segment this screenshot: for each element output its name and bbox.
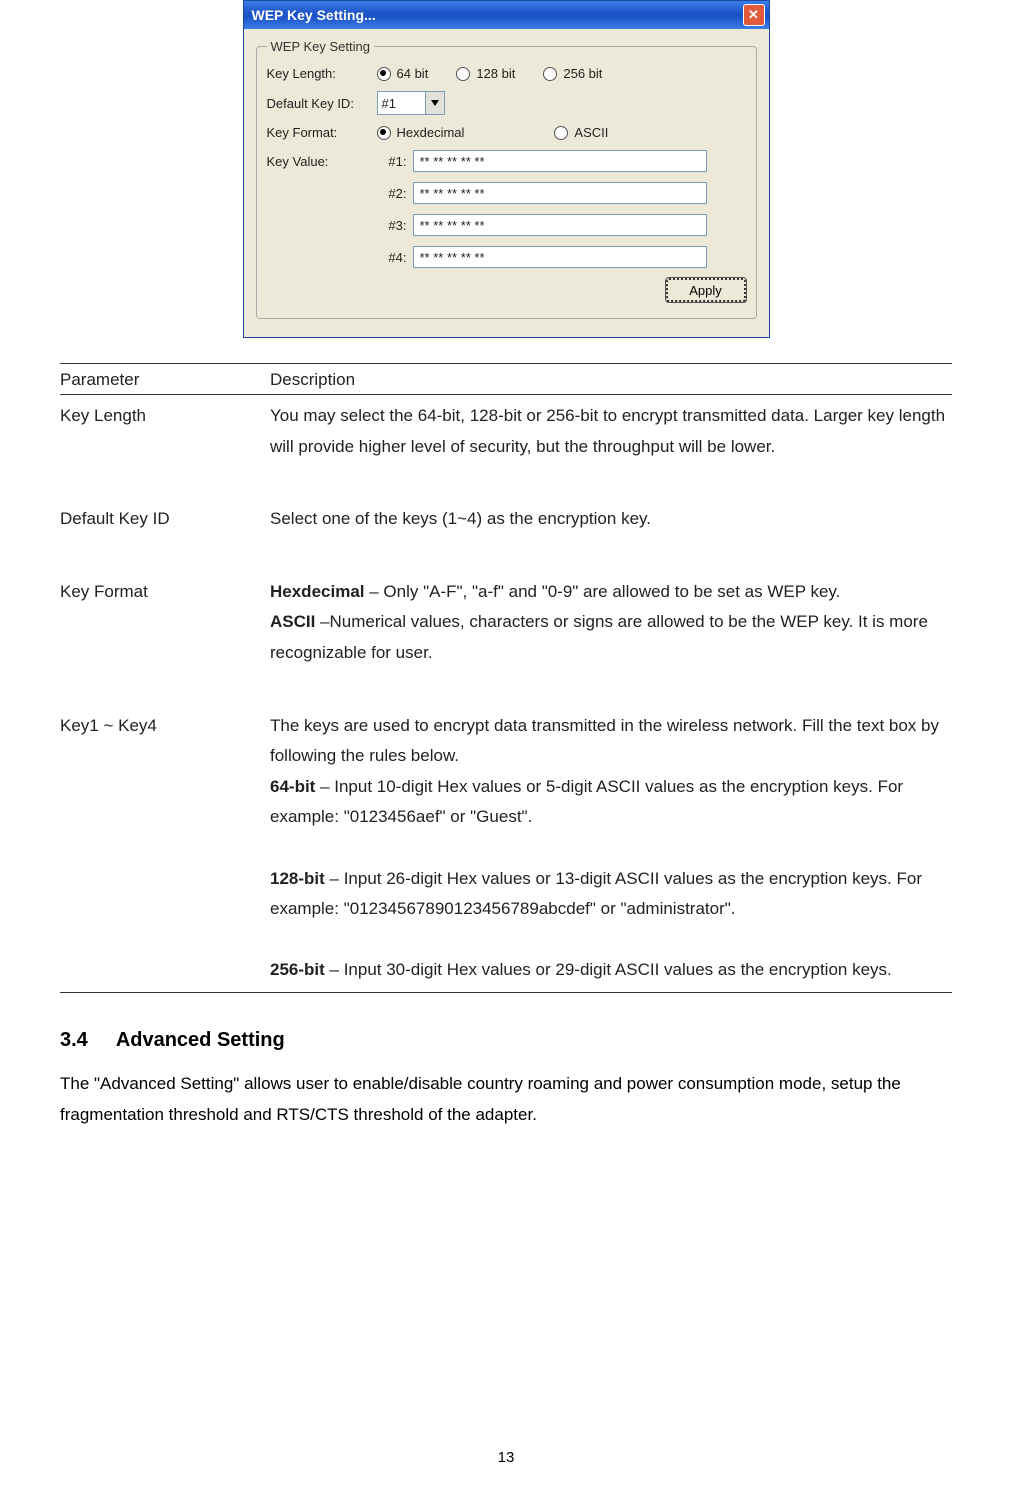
th-description: Description	[270, 364, 952, 395]
key1-input[interactable]: ** ** ** ** **	[413, 150, 707, 172]
key-length-row: Key Length: 64 bit 128 bit 256 bit	[267, 66, 746, 81]
spacer-row	[60, 468, 952, 498]
radio-ascii[interactable]: ASCII	[554, 125, 608, 140]
key4-index: #4:	[377, 250, 407, 265]
section-paragraph: The "Advanced Setting" allows user to en…	[60, 1068, 952, 1131]
spacer-row	[60, 675, 952, 705]
key-value-label: Key Value:	[267, 154, 377, 169]
table-row: Key Format Hexdecimal – Only "A-F", "a-f…	[60, 571, 952, 675]
table-row: Key Length You may select the 64-bit, 12…	[60, 395, 952, 469]
key-value-row-4: #4: ** ** ** ** **	[267, 246, 746, 268]
radio-64bit[interactable]: 64 bit	[377, 66, 429, 81]
key-format-label: Key Format:	[267, 125, 377, 140]
dialog-title: WEP Key Setting...	[252, 7, 376, 23]
fieldset-legend: WEP Key Setting	[267, 39, 374, 54]
default-key-id-row: Default Key ID: #1	[267, 91, 746, 115]
radio-128bit[interactable]: 128 bit	[456, 66, 515, 81]
param-key14: Key1 ~ Key4	[60, 705, 270, 993]
desc-default-key-id: Select one of the keys (1~4) as the encr…	[270, 498, 952, 541]
chevron-down-icon	[425, 92, 444, 114]
th-parameter: Parameter	[60, 364, 270, 395]
default-key-id-select[interactable]: #1	[377, 91, 445, 115]
key3-index: #3:	[377, 218, 407, 233]
param-key-length: Key Length	[60, 395, 270, 469]
section-heading: 3.4 Advanced Setting	[60, 1029, 952, 1052]
dialog-titlebar: WEP Key Setting... ✕	[244, 1, 769, 29]
key-length-label: Key Length:	[267, 66, 377, 81]
table-row: Default Key ID Select one of the keys (1…	[60, 498, 952, 541]
default-key-id-value: #1	[382, 96, 396, 111]
close-icon[interactable]: ✕	[743, 4, 765, 26]
radio-icon	[543, 67, 557, 81]
radio-ascii-label: ASCII	[574, 125, 608, 140]
param-default-key-id: Default Key ID	[60, 498, 270, 541]
desc-key-format: Hexdecimal – Only "A-F", "a-f" and "0-9"…	[270, 571, 952, 675]
radio-icon	[456, 67, 470, 81]
radio-icon	[377, 67, 391, 81]
apply-button[interactable]: Apply	[666, 278, 746, 302]
key2-input[interactable]: ** ** ** ** **	[413, 182, 707, 204]
key3-input[interactable]: ** ** ** ** **	[413, 214, 707, 236]
radio-hex-label: Hexdecimal	[397, 125, 465, 140]
page-number: 13	[0, 1449, 1012, 1466]
radio-icon	[554, 126, 568, 140]
key2-index: #2:	[377, 186, 407, 201]
radio-hex[interactable]: Hexdecimal	[377, 125, 465, 140]
key-value-row-3: #3: ** ** ** ** **	[267, 214, 746, 236]
table-head-row: Parameter Description	[60, 364, 952, 395]
dialog-body: WEP Key Setting Key Length: 64 bit 128 b…	[244, 29, 769, 337]
apply-row: Apply	[267, 278, 746, 302]
radio-256bit-label: 256 bit	[563, 66, 602, 81]
section-title: Advanced Setting	[116, 1029, 285, 1052]
param-key-format: Key Format	[60, 571, 270, 675]
key-value-row-1: Key Value: #1: ** ** ** ** **	[267, 150, 746, 172]
default-key-id-label: Default Key ID:	[267, 96, 377, 111]
key4-input[interactable]: ** ** ** ** **	[413, 246, 707, 268]
section-number: 3.4	[60, 1029, 88, 1052]
key-value-row-2: #2: ** ** ** ** **	[267, 182, 746, 204]
wep-dialog: WEP Key Setting... ✕ WEP Key Setting Key…	[243, 0, 770, 338]
key1-index: #1:	[377, 154, 407, 169]
radio-icon	[377, 126, 391, 140]
radio-128bit-label: 128 bit	[476, 66, 515, 81]
spacer-row	[60, 541, 952, 571]
table-row: Key1 ~ Key4 The keys are used to encrypt…	[60, 705, 952, 993]
desc-key14: The keys are used to encrypt data transm…	[270, 705, 952, 993]
wep-fieldset: WEP Key Setting Key Length: 64 bit 128 b…	[256, 39, 757, 319]
parameter-table: Parameter Description Key Length You may…	[60, 363, 952, 993]
desc-key-length: You may select the 64-bit, 128-bit or 25…	[270, 395, 952, 469]
key-format-row: Key Format: Hexdecimal ASCII	[267, 125, 746, 140]
radio-64bit-label: 64 bit	[397, 66, 429, 81]
radio-256bit[interactable]: 256 bit	[543, 66, 602, 81]
